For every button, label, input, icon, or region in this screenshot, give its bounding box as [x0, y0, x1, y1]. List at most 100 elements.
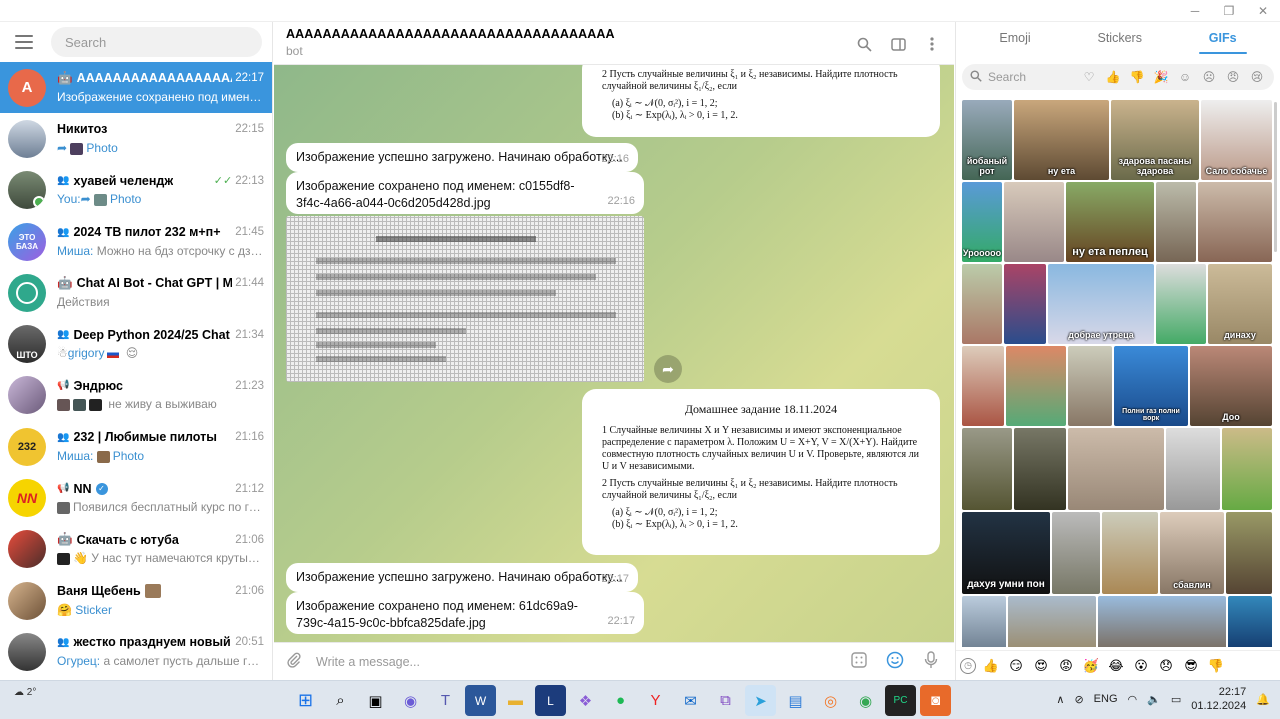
- conversation-title[interactable]: AAAAAAAAAAAAAAAAAAAAAAAAAAAAAAAAAAAA: [286, 27, 942, 41]
- weather-widget[interactable]: ☁ 2°: [14, 687, 54, 713]
- message-bubble[interactable]: Изображение сохранено под именем: 61dc69…: [286, 592, 644, 634]
- tab-stickers[interactable]: Stickers: [1088, 25, 1152, 51]
- angry-emoji-icon[interactable]: 😡: [1056, 656, 1076, 676]
- sad-category-icon[interactable]: ☹: [1200, 68, 1218, 86]
- tab-gifs[interactable]: GIFs: [1198, 25, 1247, 54]
- sad-emoji-icon[interactable]: 😞: [1156, 656, 1176, 676]
- search-icon[interactable]: [854, 34, 874, 54]
- chat-item-bot-aaaa[interactable]: A 🤖AAAAAAAAAAAAAAAAAAAAA...22:17 Изображ…: [0, 62, 272, 114]
- gif-item[interactable]: Урооооо: [962, 182, 1002, 262]
- gif-item[interactable]: [1156, 182, 1196, 262]
- outlook-icon[interactable]: ✉: [675, 685, 706, 716]
- gif-item[interactable]: [1068, 346, 1112, 426]
- gif-item[interactable]: [962, 346, 1004, 426]
- attach-icon[interactable]: [286, 652, 306, 671]
- angry-category-icon[interactable]: 😠: [1224, 68, 1242, 86]
- message-bubble[interactable]: Изображение сохранено под именем: c0155d…: [286, 172, 644, 214]
- gif-item[interactable]: ну ета пеплец: [1066, 182, 1154, 262]
- document-image-message[interactable]: Домашнее задание 18.11.2024 1 Случайные …: [582, 389, 940, 555]
- chat-item-youtube-download[interactable]: 🤖 Скачать с ютуба 21:06 👋 У нас тут намеча…: [0, 524, 272, 575]
- more-options-icon[interactable]: [922, 34, 942, 54]
- copilot-icon[interactable]: ❖: [570, 685, 601, 716]
- thumbs-up-category-icon[interactable]: 👍: [1104, 68, 1122, 86]
- maximize-button[interactable]: ❐: [1212, 0, 1246, 22]
- chrome-icon[interactable]: ◉: [850, 685, 881, 716]
- bot-commands-icon[interactable]: [848, 652, 870, 671]
- gif-item[interactable]: [1156, 264, 1206, 344]
- document-image-message[interactable]: 2 Пусть случайные величины ξ₁ и ξ₂ незав…: [582, 65, 940, 137]
- gif-search-input[interactable]: Search ♡ 👍 👎 🎉 ☺ ☹ 😠 😢: [962, 64, 1274, 90]
- minimize-button[interactable]: ─: [1178, 0, 1212, 22]
- thumbs-down-emoji-icon[interactable]: 👎: [1206, 656, 1226, 676]
- cry-category-icon[interactable]: 😢: [1248, 68, 1266, 86]
- hamburger-menu-icon[interactable]: [15, 35, 33, 49]
- gif-item[interactable]: Полни газ полни ворк: [1114, 346, 1188, 426]
- jupyter-icon[interactable]: ◎: [815, 685, 846, 716]
- message-bubble[interactable]: Изображение успешно загружено. Начинаю о…: [286, 563, 638, 592]
- gif-item[interactable]: Сало собачье: [1201, 100, 1272, 180]
- gif-item[interactable]: динаху: [1208, 264, 1272, 344]
- gif-item[interactable]: [1008, 596, 1096, 647]
- gif-item[interactable]: [1052, 512, 1100, 594]
- message-area[interactable]: 2 Пусть случайные величины ξ₁ и ξ₂ незав…: [274, 65, 954, 642]
- gif-item[interactable]: [1198, 182, 1272, 262]
- sidebar-toggle-icon[interactable]: [888, 34, 908, 54]
- emoji-icon[interactable]: [884, 651, 906, 672]
- notification-bell-icon[interactable]: 🔔: [1256, 693, 1270, 706]
- wow-emoji-icon[interactable]: 😮: [1131, 656, 1151, 676]
- gif-item[interactable]: [1166, 428, 1220, 510]
- party-category-icon[interactable]: 🎉: [1152, 68, 1170, 86]
- battery-icon[interactable]: ▭: [1171, 693, 1181, 706]
- yandex-icon[interactable]: Y: [640, 685, 671, 716]
- gif-item[interactable]: [1004, 264, 1046, 344]
- heart-eyes-emoji-icon[interactable]: 😍: [1031, 656, 1051, 676]
- gif-item[interactable]: здарова пасаны здарова: [1111, 100, 1199, 180]
- recent-icon[interactable]: ◷: [960, 657, 976, 674]
- gif-item[interactable]: [1014, 428, 1066, 510]
- smile-category-icon[interactable]: ☺: [1176, 68, 1194, 86]
- teams-icon[interactable]: T: [430, 685, 461, 716]
- search-icon[interactable]: ⌕: [325, 685, 356, 716]
- file-explorer-icon[interactable]: ▬: [500, 685, 531, 716]
- chat-item-chat-ai-bot[interactable]: 🤖Chat AI Bot - Chat GPT | Midjo...21:44 …: [0, 267, 272, 318]
- gif-scrollbar[interactable]: [1274, 102, 1277, 252]
- lens-icon[interactable]: L: [535, 685, 566, 716]
- gif-item[interactable]: сбавлин: [1160, 512, 1224, 594]
- notepad-icon[interactable]: ▤: [780, 685, 811, 716]
- app-icon[interactable]: ◙: [920, 685, 951, 716]
- gif-item[interactable]: [1006, 346, 1066, 426]
- chat-item-232-pilots[interactable]: 232 👥 232 | Любимые пилоты 21:16 Миша: Pho…: [0, 421, 272, 472]
- network-off-icon[interactable]: ⊘: [1074, 693, 1083, 706]
- tab-emoji[interactable]: Emoji: [989, 25, 1040, 51]
- meet-icon[interactable]: ◉: [395, 685, 426, 716]
- chevron-up-icon[interactable]: ∧: [1056, 693, 1064, 706]
- gif-item[interactable]: [1098, 596, 1226, 647]
- chat-item-huawei[interactable]: 👥 хуавей челендж ✓✓ 22:13 You:➦ Photo: [0, 165, 272, 216]
- thumbs-down-category-icon[interactable]: 👎: [1128, 68, 1146, 86]
- chat-search-input[interactable]: Search: [51, 27, 262, 57]
- laugh-emoji-icon[interactable]: 😂: [1106, 656, 1126, 676]
- chat-item-vanya[interactable]: Ваня Щебень 21:06 🤗 Sticker: [0, 575, 272, 626]
- thumbs-up-emoji-icon[interactable]: 👍: [981, 656, 1001, 676]
- smirk-emoji-icon[interactable]: 😏: [1006, 656, 1026, 676]
- gif-item[interactable]: [1004, 182, 1064, 262]
- telegram-icon[interactable]: ➤: [745, 685, 776, 716]
- chat-item-new-year[interactable]: 👥жестко празднуем новый год20:51 Огурец:…: [0, 626, 272, 677]
- pycharm-icon[interactable]: PC: [885, 685, 916, 716]
- gif-item[interactable]: [1228, 596, 1272, 647]
- task-view-icon[interactable]: ▣: [360, 685, 391, 716]
- gif-item[interactable]: [1226, 512, 1272, 594]
- clock[interactable]: 22:17 01.12.2024: [1191, 685, 1246, 713]
- spotify-icon[interactable]: ●: [605, 685, 636, 716]
- close-button[interactable]: ✕: [1246, 0, 1280, 22]
- message-bubble[interactable]: Изображение успешно загружено. Начинаю о…: [286, 143, 638, 172]
- chat-item-nn[interactable]: NN 📢 NN ✓ 21:12 Появился бесплатный курс по…: [0, 472, 272, 523]
- gif-item[interactable]: [1222, 428, 1272, 510]
- heart-category-icon[interactable]: ♡: [1080, 68, 1098, 86]
- gif-item[interactable]: [962, 596, 1006, 647]
- microphone-icon[interactable]: [920, 651, 942, 672]
- language-indicator[interactable]: ENG: [1094, 693, 1118, 705]
- volume-icon[interactable]: 🔈: [1147, 693, 1161, 706]
- cool-emoji-icon[interactable]: 😎: [1181, 656, 1201, 676]
- start-button[interactable]: ⊞: [290, 685, 321, 716]
